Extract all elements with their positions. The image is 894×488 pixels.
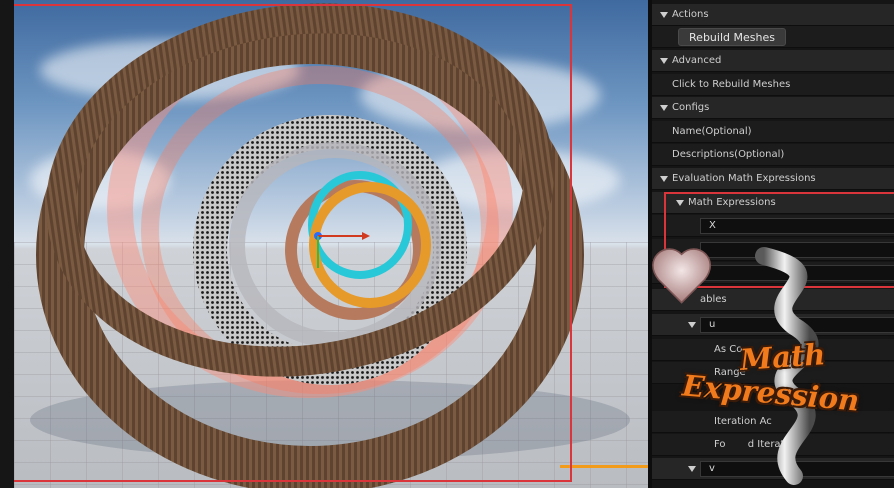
expand-arrow-icon <box>660 12 668 18</box>
descriptions-row[interactable]: Descriptions(Optional) <box>652 144 894 166</box>
expand-arrow-icon <box>660 105 668 111</box>
category-eval-math[interactable]: Evaluation Math Expressions <box>652 168 894 190</box>
click-to-rebuild-row[interactable]: Click to Rebuild Meshes <box>652 74 894 96</box>
rebuild-meshes-button[interactable]: Rebuild Meshes <box>678 28 786 46</box>
category-configs[interactable]: Configs <box>652 97 894 119</box>
math-expression-logo: Math Expression <box>644 236 894 488</box>
viewport-left-toolbar <box>0 0 14 488</box>
category-advanced[interactable]: Advanced <box>652 50 894 72</box>
expand-arrow-icon <box>660 58 668 64</box>
rebuild-row: Rebuild Meshes <box>652 26 894 48</box>
selection-highlight <box>12 4 572 482</box>
logo-text-math: Math <box>738 337 827 377</box>
category-actions[interactable]: Actions <box>652 4 894 26</box>
floor-edge-line <box>560 465 648 468</box>
level-viewport[interactable] <box>0 0 648 488</box>
name-row[interactable]: Name(Optional) <box>652 121 894 143</box>
expand-arrow-icon <box>660 176 668 182</box>
